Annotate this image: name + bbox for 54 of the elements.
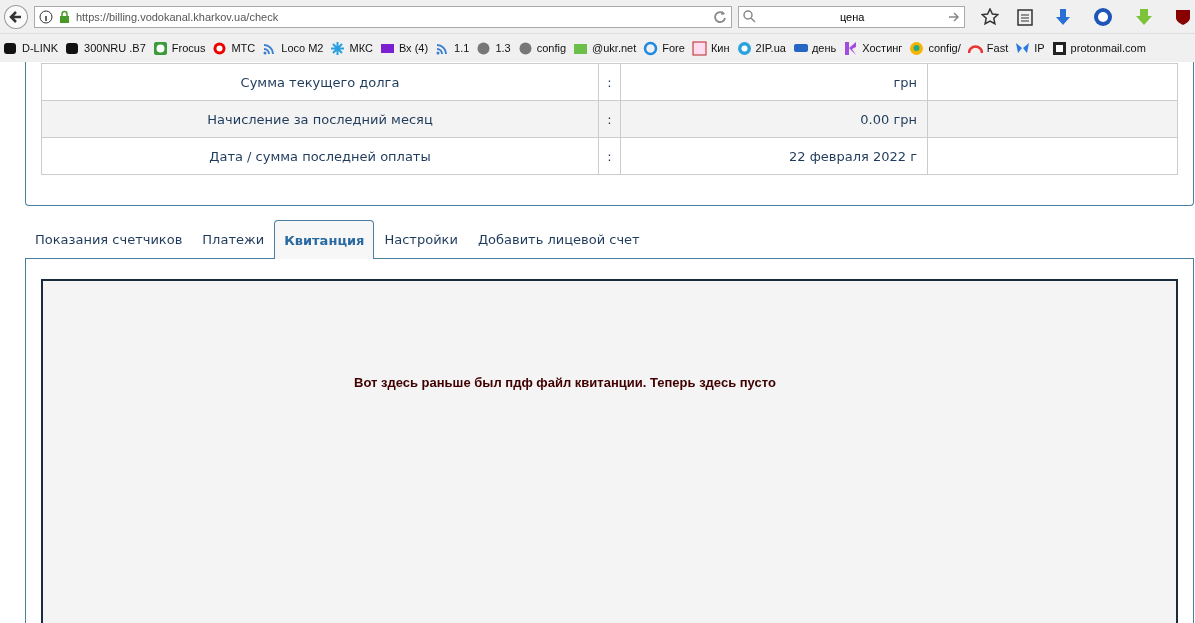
bookmark-link[interactable]: день <box>811 42 837 54</box>
bookmark-link[interactable]: 1.3 <box>495 42 511 54</box>
bookmark-link[interactable]: Вх (4) <box>398 42 429 54</box>
shield-icon[interactable] <box>1175 7 1191 26</box>
bookmark-link[interactable]: D-LINK <box>22 42 59 54</box>
bookmark-link[interactable]: config/ <box>928 42 961 54</box>
bookmark-link[interactable]: 1.1 <box>454 42 470 54</box>
tab[interactable]: Настройки <box>374 220 468 258</box>
square-icon <box>3 40 18 56</box>
bookmark-link[interactable]: Хостинг <box>862 42 903 54</box>
tab[interactable]: Добавить лицевой счет <box>467 220 650 258</box>
bookmark-link[interactable]: МТС <box>231 42 256 54</box>
circle-icon[interactable] <box>1093 6 1114 27</box>
clipboard-icon[interactable] <box>1017 7 1034 26</box>
table-cell: 22 февраля 2022 г <box>620 137 928 175</box>
table-cell: Дата / сумма последней оплаты <box>41 137 599 175</box>
bookmark-link[interactable]: config <box>536 42 567 54</box>
back-arrow-icon <box>8 9 23 24</box>
bookmark-link[interactable]: protonmail.com <box>1070 42 1146 54</box>
tab[interactable]: Платежи <box>192 220 275 258</box>
bookmark-link[interactable]: IP <box>1034 42 1045 54</box>
table-cell: : <box>598 63 621 101</box>
info-icon[interactable] <box>38 9 53 24</box>
bookmark-link[interactable]: МКС <box>349 42 373 54</box>
square-icon <box>691 40 707 56</box>
search-icon <box>742 10 756 23</box>
circle-icon <box>212 40 228 56</box>
table-cell: Сумма текущего долга <box>41 63 599 101</box>
square-icon <box>65 40 81 56</box>
search-field[interactable]: цена <box>737 5 966 28</box>
bookmark-link[interactable]: 2IP.ua <box>755 42 786 54</box>
table-cell: : <box>598 137 621 175</box>
bookmark-link[interactable]: 300NRU .B7 <box>84 42 146 54</box>
reload-icon[interactable] <box>712 9 727 24</box>
download-icon[interactable] <box>1055 7 1072 26</box>
table-cell: грн <box>620 63 928 101</box>
ring-icon <box>643 40 659 56</box>
tab[interactable]: Показания счетчиков <box>25 220 193 258</box>
bookmark-link[interactable]: Frocus <box>171 42 206 54</box>
tab[interactable]: Квитанция <box>274 220 375 259</box>
square-icon <box>1051 40 1067 56</box>
arrow-icon[interactable] <box>948 10 961 23</box>
bookmark-link[interactable]: Fore <box>662 42 685 54</box>
bookmark-link[interactable]: Fast <box>986 42 1009 54</box>
bookmark-link[interactable]: @ukr.net <box>592 42 637 54</box>
empty-message: Вот здесь раньше был пдф файл квитанции. Теперь здесь пусто <box>354 375 776 390</box>
table-cell: 0.00 грн <box>620 100 928 138</box>
circle-icon <box>909 40 925 56</box>
lock-icon <box>58 10 70 23</box>
bookmark-link[interactable]: Loco M2 <box>281 42 324 54</box>
bookmark-link[interactable]: Кин <box>710 42 730 54</box>
address-field[interactable]: https://billing.vodokanal.kharkov.ua/check <box>33 5 732 28</box>
table-cell: Начисление за последний месяц <box>41 100 599 138</box>
back-button[interactable] <box>4 4 28 29</box>
